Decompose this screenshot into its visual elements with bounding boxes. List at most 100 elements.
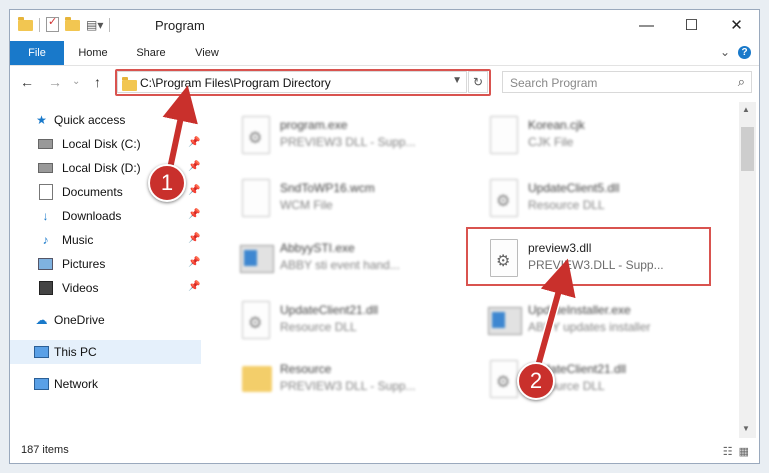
- sidebar-item-pictures[interactable]: Pictures 📌: [10, 252, 201, 276]
- pin-icon[interactable]: 📌: [188, 257, 200, 268]
- pin-icon[interactable]: 📌: [188, 185, 200, 196]
- vertical-scrollbar[interactable]: ▲ ▼: [739, 102, 756, 438]
- search-icon[interactable]: ⌕: [738, 74, 745, 90]
- step-2-badge: 2: [517, 362, 555, 400]
- file-item[interactable]: ⚙ UpdateClient21.dll Resource DLL: [236, 295, 476, 353]
- scrollbar-thumb[interactable]: [741, 127, 754, 171]
- sidebar-item-local-disk-c[interactable]: Local Disk (C:) 📌: [10, 132, 201, 156]
- step-1-badge: 1: [148, 164, 186, 202]
- file-item[interactable]: ⚙ UpdateClient5.dll Resource DLL: [484, 173, 724, 231]
- dll-icon: ⚙: [486, 177, 520, 219]
- customize-toolbar-icon[interactable]: ▤▾: [86, 18, 103, 32]
- exe-icon: [238, 237, 274, 279]
- file-type: CJK File: [528, 135, 574, 149]
- file-type: WCM File: [280, 198, 333, 212]
- file-item[interactable]: SndToWP16.wcm WCM File: [236, 173, 476, 231]
- file-name: Resource: [280, 362, 332, 376]
- sidebar-item-quick-access[interactable]: ★ Quick access: [10, 108, 201, 132]
- sidebar-item-videos[interactable]: Videos 📌: [10, 276, 201, 300]
- sidebar-item-onedrive[interactable]: ☁ OneDrive: [10, 308, 201, 332]
- network-icon: [34, 377, 49, 391]
- details-view-icon[interactable]: ☷: [723, 445, 733, 458]
- help-icon[interactable]: ?: [738, 45, 751, 59]
- sidebar-item-music[interactable]: ♪ Music 📌: [10, 228, 201, 252]
- folder-icon: [238, 358, 272, 400]
- sidebar-item-label: Network: [54, 377, 99, 391]
- file-type: PREVIEW3 DLL - Supp...: [280, 379, 416, 393]
- navigation-pane: ★ Quick access Local Disk (C:) 📌 Local D…: [10, 102, 205, 438]
- pin-icon[interactable]: 📌: [188, 209, 200, 220]
- target-file-highlight: [466, 227, 711, 286]
- pin-icon[interactable]: 📌: [188, 137, 200, 148]
- tab-view[interactable]: View: [186, 41, 228, 65]
- computer-icon: [34, 345, 49, 359]
- dll-icon: ⚙: [486, 358, 520, 400]
- address-highlight: [115, 69, 491, 96]
- folder-icon[interactable]: [18, 17, 33, 31]
- file-item[interactable]: AbbyySTI.exe ABBY sti event hand...: [236, 233, 476, 291]
- sidebar-item-label: Downloads: [62, 209, 122, 223]
- item-count: 187 items: [21, 444, 69, 456]
- separator: [39, 17, 40, 32]
- drive-icon: [38, 137, 53, 151]
- sidebar-item-label: Documents: [62, 185, 123, 199]
- new-folder-icon[interactable]: [65, 17, 80, 31]
- sidebar-item-label: Local Disk (D:): [62, 161, 141, 175]
- view-toggle: ☷ ▦: [723, 445, 749, 458]
- close-button[interactable]: ✕: [714, 10, 759, 40]
- up-button[interactable]: ↑: [94, 74, 101, 90]
- star-icon: ★: [36, 113, 47, 127]
- file-icon: [238, 177, 272, 219]
- videos-icon: [38, 281, 53, 295]
- sidebar-item-label: Pictures: [62, 257, 106, 271]
- pin-icon[interactable]: 📌: [188, 281, 200, 292]
- tiles-view-icon[interactable]: ▦: [739, 445, 749, 458]
- back-button[interactable]: ←: [20, 74, 34, 90]
- file-item[interactable]: ⚙ program.exe PREVIEW3 DLL - Supp...: [236, 110, 476, 168]
- expand-ribbon-icon[interactable]: ⌄: [720, 45, 730, 59]
- quick-access-toolbar: ▤▾: [18, 15, 111, 32]
- file-name: SndToWP16.wcm: [280, 181, 375, 195]
- file-type: ABBY sti event hand...: [280, 258, 400, 272]
- sidebar-item-label: OneDrive: [54, 313, 105, 327]
- dll-icon: ⚙: [238, 299, 272, 341]
- tab-share[interactable]: Share: [128, 41, 174, 65]
- pin-icon[interactable]: 📌: [188, 161, 200, 172]
- sidebar-item-downloads[interactable]: ↓ Downloads 📌: [10, 204, 201, 228]
- file-item[interactable]: UpdateInstaller.exe ABBY updates install…: [484, 295, 724, 353]
- window-controls: — ☐ ✕: [624, 10, 759, 40]
- scroll-down-icon[interactable]: ▼: [742, 424, 750, 433]
- file-icon: ⚙: [238, 114, 272, 156]
- file-name: UpdateClient5.dll: [528, 181, 620, 195]
- file-name: Korean.cjk: [528, 118, 585, 132]
- window-title: Program: [155, 18, 205, 33]
- tab-file[interactable]: File: [10, 41, 64, 65]
- search-box[interactable]: Search Program ⌕: [502, 71, 752, 93]
- pin-icon[interactable]: 📌: [188, 233, 200, 244]
- forward-button[interactable]: →: [48, 74, 62, 90]
- status-bar: 187 items ☷ ▦: [10, 440, 759, 463]
- sidebar-item-label: Music: [62, 233, 94, 247]
- tab-home[interactable]: Home: [70, 41, 116, 65]
- sidebar-item-label: Videos: [62, 281, 99, 295]
- search-input[interactable]: Search Program: [510, 76, 597, 90]
- sidebar-item-network[interactable]: Network: [10, 372, 201, 396]
- file-type: Resource DLL: [280, 320, 357, 334]
- scroll-up-icon[interactable]: ▲: [742, 105, 750, 114]
- file-name: program.exe: [280, 118, 348, 132]
- file-name: AbbyySTI.exe: [280, 241, 355, 255]
- title-bar: ▤▾ Program — ☐ ✕: [10, 10, 759, 41]
- sidebar-item-this-pc[interactable]: This PC: [10, 340, 201, 364]
- ribbon-right: ⌄ ?: [720, 45, 751, 59]
- file-item[interactable]: Korean.cjk CJK File: [484, 110, 724, 168]
- sidebar-item-label: Quick access: [54, 113, 126, 127]
- recent-locations-button[interactable]: ⌄: [72, 76, 80, 87]
- file-item[interactable]: Resource PREVIEW3 DLL - Supp...: [236, 354, 476, 412]
- maximize-button[interactable]: ☐: [669, 10, 714, 40]
- file-name: UpdateClient21.dll: [280, 303, 379, 317]
- separator: [109, 17, 111, 32]
- minimize-button[interactable]: —: [624, 10, 669, 40]
- file-icon: [486, 114, 520, 156]
- properties-icon[interactable]: [46, 15, 59, 32]
- sidebar-item-label: This PC: [54, 345, 97, 359]
